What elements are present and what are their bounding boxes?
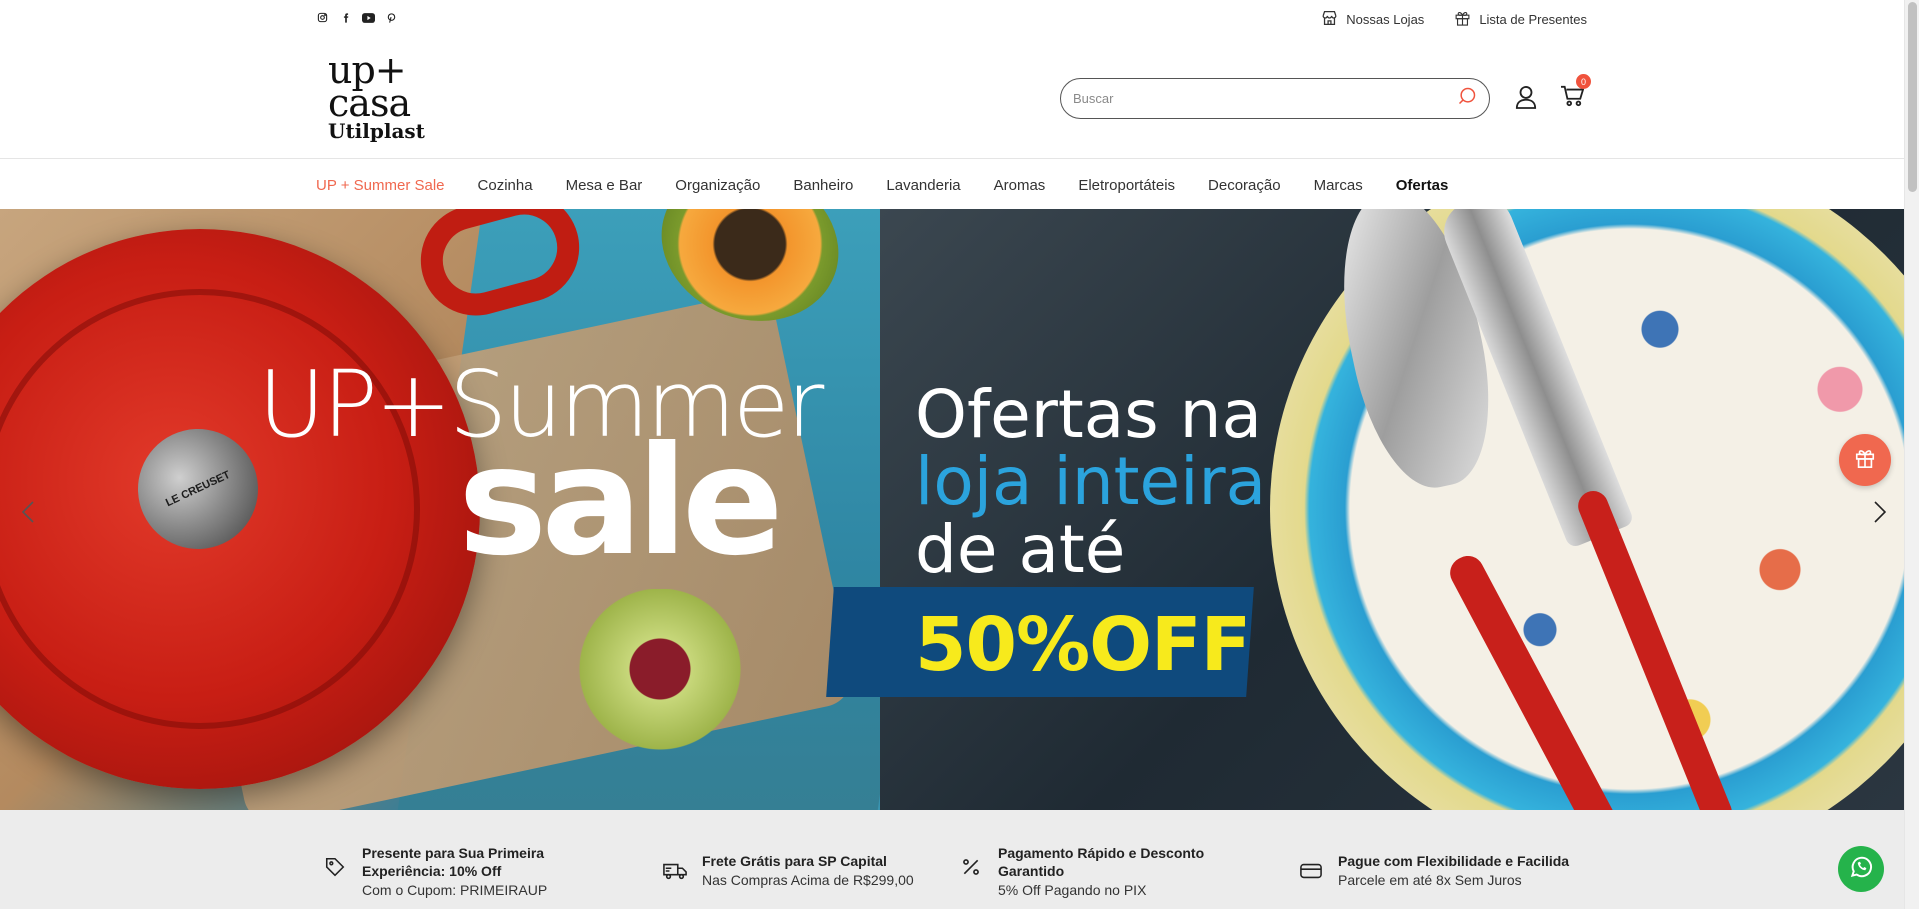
nav-item-summer-sale[interactable]: UP + Summer Sale <box>316 177 445 194</box>
search-box <box>1060 78 1490 119</box>
benefit-subtitle: Com o Cupom: PRIMEIRAUP <box>362 882 548 898</box>
pinterest-icon[interactable] <box>385 11 398 24</box>
benefit-subtitle: Parcele em até 8x Sem Juros <box>1338 872 1522 888</box>
nav-item-banheiro[interactable]: Banheiro <box>793 177 853 194</box>
truck-icon <box>662 858 688 884</box>
nav-item-ofertas[interactable]: Ofertas <box>1396 177 1449 194</box>
top-bar: Nossas Lojas Lista de Presentes <box>0 0 1904 38</box>
hero-deate-text: de até <box>915 510 1126 588</box>
nav-item-aromas[interactable]: Aromas <box>994 177 1046 194</box>
logo-line3: Utilplast <box>328 119 425 144</box>
nav-item-marcas[interactable]: Marcas <box>1314 177 1363 194</box>
nav-item-organizacao[interactable]: Organização <box>675 177 760 194</box>
hero-headline-left: UP+Summer sale <box>258 359 824 578</box>
cart-button[interactable]: 0 <box>1560 74 1591 112</box>
logo-line2: casa <box>328 80 411 125</box>
social-links <box>316 11 398 24</box>
benefit-title: Presente para Sua Primeira Experiência: … <box>362 845 545 879</box>
scrollbar-thumb[interactable] <box>1908 2 1917 192</box>
nav-item-cozinha[interactable]: Cozinha <box>478 177 533 194</box>
instagram-icon[interactable] <box>316 11 329 24</box>
benefit-text: Pague com Flexibilidade e Facilida Parce… <box>1338 852 1588 890</box>
page-scrollbar[interactable] <box>1904 0 1919 909</box>
benefit-text: Pagamento Rápido e Desconto Garantido 5%… <box>998 844 1238 900</box>
search-icon[interactable] <box>1457 86 1477 111</box>
top-links: Nossas Lojas Lista de Presentes <box>1321 9 1587 30</box>
logo[interactable]: up+ casa Utilplast <box>328 51 428 144</box>
main-nav: UP + Summer Sale Cozinha Mesa e Bar Orga… <box>316 160 1481 210</box>
percent-icon <box>958 854 984 880</box>
benefit-item: Frete Grátis para SP Capital Nas Compras… <box>662 852 914 890</box>
benefit-text: Presente para Sua Primeira Experiência: … <box>362 844 582 900</box>
account-icon[interactable] <box>1515 85 1537 114</box>
cart-icon <box>1560 85 1585 111</box>
tag-icon <box>322 854 348 880</box>
floating-gift-button[interactable] <box>1839 434 1891 486</box>
carousel-prev-button[interactable] <box>18 499 38 529</box>
facebook-icon[interactable] <box>339 11 352 24</box>
nossas-lojas-link[interactable]: Nossas Lojas <box>1321 10 1424 29</box>
nav-item-lavanderia[interactable]: Lavanderia <box>886 177 960 194</box>
benefit-item: Pague com Flexibilidade e Facilida Parce… <box>1298 852 1588 890</box>
benefit-item: Pagamento Rápido e Desconto Garantido 5%… <box>958 844 1238 900</box>
hero-loja-text: loja inteira <box>915 443 1267 521</box>
header: up+ casa Utilplast 0 <box>0 38 1904 159</box>
hero-sale-text: sale <box>458 415 784 589</box>
gift-icon <box>1454 9 1471 30</box>
nav-item-mesa-e-bar[interactable]: Mesa e Bar <box>566 177 643 194</box>
discount-text: 50%OFF <box>915 602 1251 688</box>
benefit-text: Frete Grátis para SP Capital Nas Compras… <box>702 852 914 890</box>
lista-presentes-label: Lista de Presentes <box>1479 12 1587 27</box>
nav-item-eletroportateis[interactable]: Eletroportáteis <box>1078 177 1175 194</box>
chevron-left-icon <box>21 500 34 528</box>
benefit-title: Pague com Flexibilidade e Facilida <box>1338 853 1570 869</box>
orchid-image <box>570 589 750 789</box>
search-input[interactable] <box>1073 91 1457 106</box>
youtube-icon[interactable] <box>362 11 375 24</box>
benefit-title: Frete Grátis para SP Capital <box>702 853 887 869</box>
store-icon <box>1321 10 1338 29</box>
whatsapp-icon <box>1848 854 1874 885</box>
hero-headline-right: Ofertas na loja inteira de até <box>915 381 1266 583</box>
benefit-item: Presente para Sua Primeira Experiência: … <box>322 844 582 900</box>
hero-banner[interactable]: LE CREUSET UP+Summer sale Ofertas na loj… <box>0 209 1904 810</box>
nossas-lojas-label: Nossas Lojas <box>1346 12 1425 27</box>
chevron-right-icon <box>1874 500 1887 528</box>
gift-icon <box>1854 447 1876 474</box>
whatsapp-button[interactable] <box>1838 846 1884 892</box>
benefits-bar: Presente para Sua Primeira Experiência: … <box>0 810 1904 909</box>
benefit-title: Pagamento Rápido e Desconto Garantido <box>998 845 1205 879</box>
lista-presentes-link[interactable]: Lista de Presentes <box>1454 9 1587 30</box>
benefit-subtitle: 5% Off Pagando no PIX <box>998 882 1147 898</box>
cart-count-badge: 0 <box>1576 74 1591 89</box>
credit-card-icon <box>1298 858 1324 884</box>
hero-ofertas-text: Ofertas na <box>915 376 1262 453</box>
nav-item-decoracao[interactable]: Decoração <box>1208 177 1281 194</box>
carousel-next-button[interactable] <box>1870 499 1890 529</box>
benefit-subtitle: Nas Compras Acima de R$299,00 <box>702 872 914 888</box>
